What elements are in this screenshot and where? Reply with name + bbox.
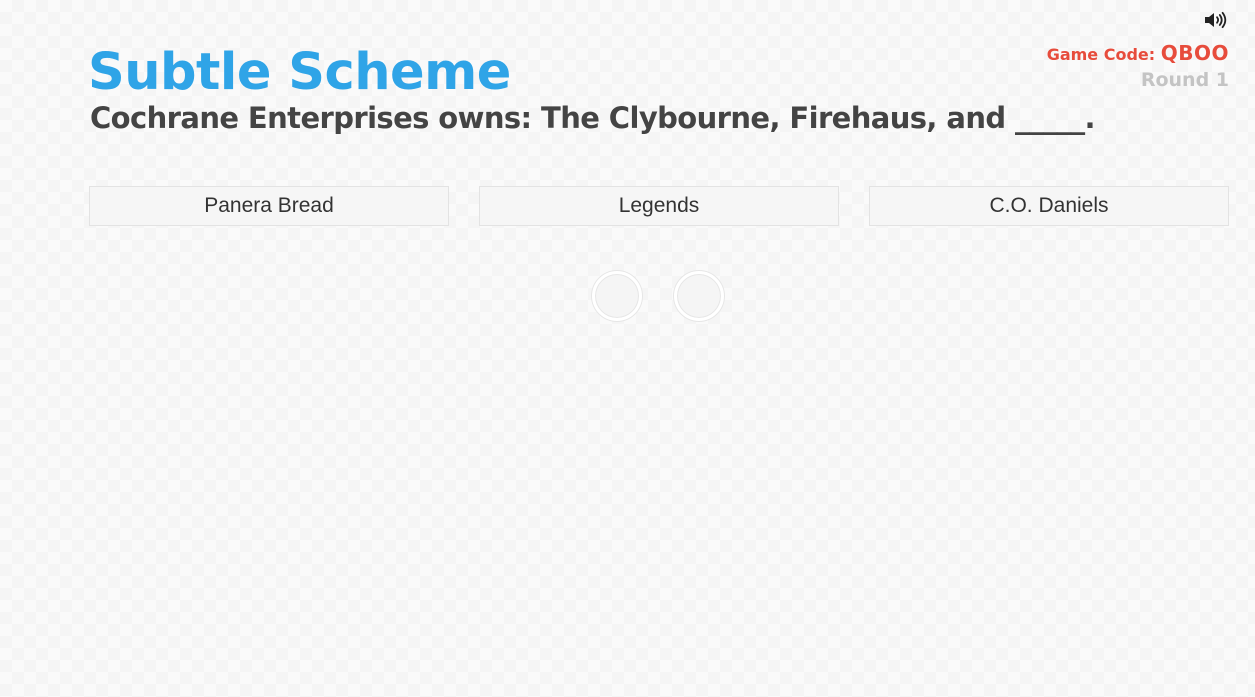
answer-choice-button[interactable]: Legends — [479, 186, 839, 226]
player-avatar — [674, 271, 724, 321]
answer-choice-button[interactable]: Panera Bread — [89, 186, 449, 226]
game-title: Subtle Scheme — [88, 43, 511, 102]
game-code-label: Game Code: — [1046, 45, 1156, 64]
speaker-volume-icon — [1205, 11, 1227, 29]
player-avatars — [592, 271, 726, 323]
game-code-value: QBOO — [1160, 41, 1229, 65]
player-avatar — [592, 271, 642, 321]
sound-toggle-button[interactable] — [1203, 10, 1229, 30]
game-meta: Game Code: QBOO Round 1 — [1047, 40, 1229, 92]
question-prompt: Cochrane Enterprises owns: The Clybourne… — [90, 101, 1096, 135]
answer-choices: Panera Bread Legends C.O. Daniels — [89, 186, 1229, 226]
answer-choice-button[interactable]: C.O. Daniels — [869, 186, 1229, 226]
round-label: Round 1 — [1140, 69, 1229, 91]
game-code: Game Code: QBOO — [1047, 40, 1229, 68]
